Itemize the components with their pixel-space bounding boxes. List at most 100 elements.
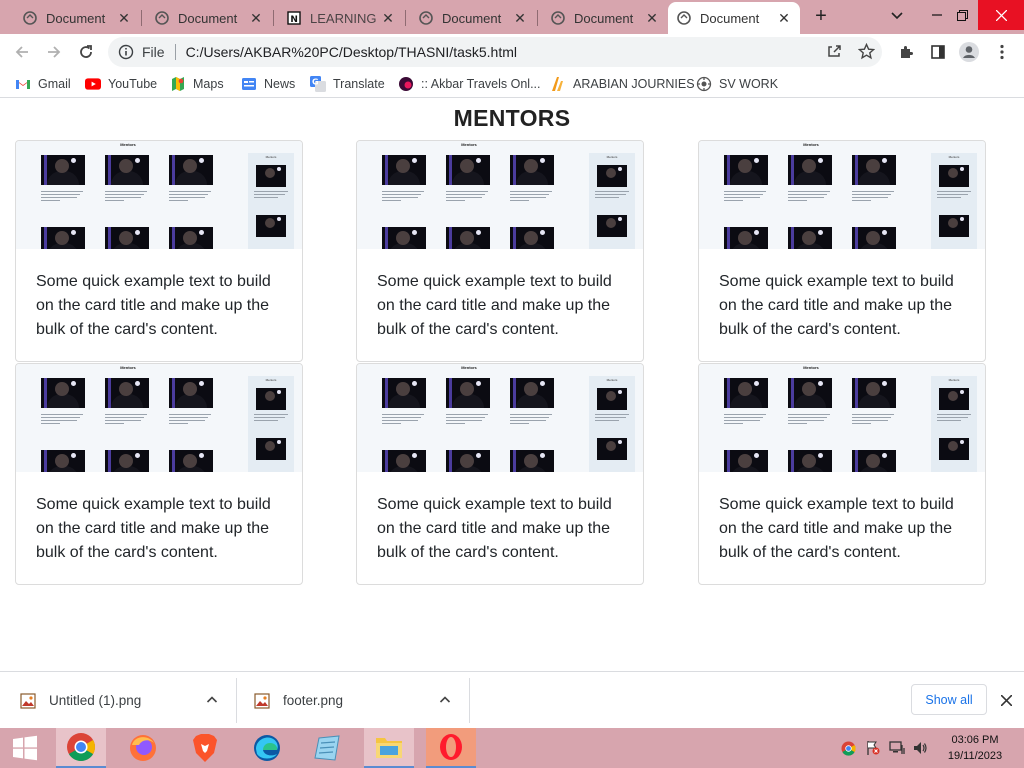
card-text: Some quick example text to build on the … (36, 273, 271, 338)
info-icon[interactable] (118, 44, 134, 60)
thumbnail-side-column: Mentors (931, 376, 977, 472)
speaker-icon[interactable] (912, 740, 928, 756)
thumbnail-title: Mentors (120, 365, 136, 370)
firefox-icon[interactable] (118, 728, 168, 768)
chevron-up-icon[interactable] (206, 694, 220, 708)
mentor-photo (256, 388, 286, 410)
bookmark-youtube[interactable]: YouTube (85, 75, 157, 93)
bookmark-akbar-travels[interactable]: :: Akbar Travels Onl... (398, 75, 541, 93)
mentor-photo (256, 165, 286, 187)
globe-icon (418, 10, 434, 26)
network-icon[interactable] (889, 740, 905, 756)
thumbnail-text-lines (724, 414, 766, 428)
thumbnail-text-lines (937, 414, 971, 428)
mentor-card[interactable]: Mentors Mentors Some quick example text to… (15, 140, 303, 362)
side-panel-icon[interactable] (927, 41, 949, 63)
system-clock[interactable]: 03:06 PM 19/11/2023 (936, 732, 1014, 764)
mentor-photo (446, 155, 490, 185)
thumbnail-text-lines (41, 191, 83, 205)
tab-document-2[interactable]: Document ✕ (146, 4, 272, 32)
tab-separator (141, 10, 142, 26)
tab-search-chevron-icon[interactable] (890, 8, 908, 26)
windows-taskbar: 03:06 PM 19/11/2023 (0, 728, 1024, 768)
bookmark-star-icon[interactable] (856, 41, 876, 61)
close-tab-icon[interactable]: ✕ (248, 10, 264, 27)
profile-avatar-icon[interactable] (958, 41, 980, 63)
close-tab-icon[interactable]: ✕ (644, 10, 660, 27)
thumbnail-text-lines (937, 191, 971, 205)
mentor-photo (788, 450, 832, 472)
thumbnail-text-lines (852, 414, 894, 428)
extensions-puzzle-icon[interactable] (895, 41, 917, 63)
mentor-photo (382, 155, 426, 185)
chrome-tray-icon[interactable] (840, 740, 856, 756)
thumbnail-text-lines (382, 191, 424, 205)
tab-document-active[interactable]: Document ✕ (668, 2, 800, 34)
mentor-card[interactable]: Mentors Mentors Some quick example text to… (15, 363, 303, 585)
mentor-card[interactable]: Mentors Mentors Some quick example text to… (698, 140, 986, 362)
download-filename: Untitled (1).png (49, 693, 142, 708)
close-tab-icon[interactable]: ✕ (512, 10, 528, 27)
mentor-photo (41, 378, 85, 408)
tab-separator (405, 10, 406, 26)
url-text[interactable]: C:/Users/AKBAR%20PC/Desktop/THASNI/task5… (186, 44, 517, 60)
thumbnail-text-lines (788, 414, 830, 428)
bookmark-translate[interactable]: G Translate (310, 75, 385, 93)
mentor-photo (852, 155, 896, 185)
download-item[interactable]: Untitled (1).png (20, 672, 230, 729)
edge-icon[interactable] (242, 728, 292, 768)
thumbnail-text-lines (254, 191, 288, 205)
start-icon[interactable] (0, 728, 50, 768)
close-tab-icon[interactable]: ✕ (776, 10, 792, 27)
back-button[interactable] (11, 41, 33, 63)
mentor-photo (446, 227, 490, 249)
bookmark-maps[interactable]: Maps (170, 75, 224, 93)
download-filename: footer.png (283, 693, 344, 708)
tab-learning[interactable]: N LEARNING FI ✕ (278, 4, 404, 32)
tab-document-3[interactable]: Document ✕ (410, 4, 536, 32)
address-bar[interactable]: File C:/Users/AKBAR%20PC/Desktop/THASNI/… (108, 37, 882, 67)
mentor-card[interactable]: Mentors Mentors Some quick example text to… (356, 140, 644, 362)
forward-button[interactable] (43, 41, 65, 63)
notepad-icon[interactable] (302, 728, 352, 768)
reload-button[interactable] (75, 41, 97, 63)
bookmark-news[interactable]: News (241, 75, 295, 93)
mentor-photo (105, 155, 149, 185)
thumbnail-text-lines (105, 414, 147, 428)
mentor-card[interactable]: Mentors Mentors Some quick example text to… (356, 363, 644, 585)
thumbnail-title: Mentors (803, 365, 819, 370)
thumbnail-text-lines (169, 414, 211, 428)
mentor-photo (939, 438, 969, 460)
close-tab-icon[interactable]: ✕ (116, 10, 132, 27)
tab-title: LEARNING FI (310, 10, 380, 26)
thumbnail-text-lines (510, 191, 552, 205)
brave-icon[interactable] (180, 728, 230, 768)
mentor-photo (169, 450, 213, 472)
mentor-card[interactable]: Mentors Mentors Some quick example text to… (698, 363, 986, 585)
restore-button[interactable] (947, 0, 977, 30)
mentor-photo (788, 155, 832, 185)
mentor-photo (446, 450, 490, 472)
mentor-photo (597, 388, 627, 410)
tab-document-4[interactable]: Document ✕ (542, 4, 668, 32)
share-icon[interactable] (824, 41, 844, 61)
bookmark-gmail[interactable]: Gmail (15, 75, 71, 93)
bookmark-arabian-journies[interactable]: ARABIAN JOURNIES (550, 75, 695, 93)
download-item[interactable]: footer.png (254, 672, 464, 729)
bookmark-sv-work[interactable]: SV WORK (696, 75, 778, 93)
thumbnail-title: Mentors (461, 365, 477, 370)
window-close-button[interactable] (978, 0, 1024, 30)
menu-kebab-icon[interactable] (991, 41, 1013, 63)
show-all-button[interactable]: Show all (911, 684, 987, 715)
flag-network-icon[interactable] (865, 740, 881, 756)
chevron-up-icon[interactable] (439, 694, 453, 708)
close-icon[interactable] (997, 691, 1015, 709)
chrome-icon[interactable] (56, 728, 106, 768)
tab-document-1[interactable]: Document ✕ (14, 4, 140, 32)
opera-icon[interactable] (426, 728, 476, 768)
new-tab-button[interactable]: + (810, 6, 832, 28)
gmail-icon (15, 76, 31, 92)
close-tab-icon[interactable]: ✕ (380, 10, 396, 27)
thumbnail-side-column: Mentors (248, 153, 294, 249)
file-explorer-icon[interactable] (364, 728, 414, 768)
